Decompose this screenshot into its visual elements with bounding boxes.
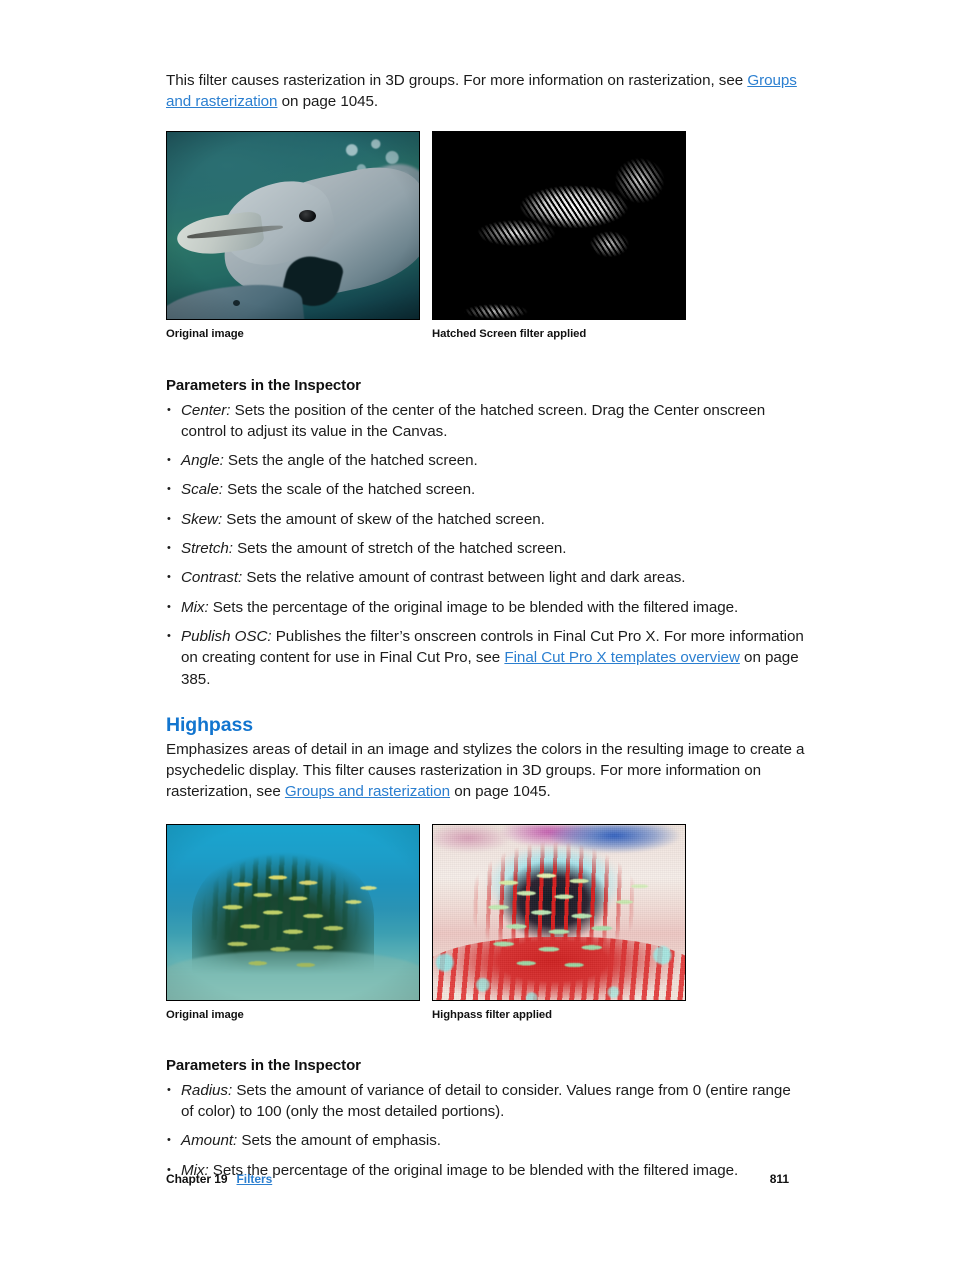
highpass-section: Highpass Emphasizes areas of detail in a… [166,713,806,803]
intro-paragraph: This filter causes rasterization in 3D g… [166,70,806,113]
param-term-skew: Skew: [181,510,223,528]
param-item-radius: Radius: Sets the amount of variance of d… [166,1080,806,1123]
reef-photo-art [167,824,419,1000]
figure-original-reef: Original image [166,823,420,1021]
reef-highpass-image [432,823,686,1001]
param-item-scale: Scale: Sets the scale of the hatched scr… [166,479,806,501]
param-desc-scale: Sets the scale of the hatched screen. [222,481,476,499]
param-desc-center: Sets the position of the center of the h… [181,401,766,440]
intro-text-before: This filter causes rasterization in 3D g… [166,72,748,89]
footer-page-number: 811 [769,1172,789,1186]
footer-chapter-info: Chapter 19 Filters [166,1172,272,1186]
param-item-amount: Amount: Sets the amount of emphasis. [166,1130,806,1152]
hatch-line-mask [433,131,685,319]
page-footer: Chapter 19 Filters 811 [166,1172,789,1186]
param-desc-mix: Sets the percentage of the original imag… [208,598,739,616]
param-item-publish-osc: Publish OSC: Publishes the filter’s onsc… [166,626,806,690]
param-item-mix: Mix: Sets the percentage of the original… [166,597,806,619]
figure-highpass-reef: Highpass filter applied [432,823,686,1021]
param-item-contrast: Contrast: Sets the relative amount of co… [166,567,806,589]
param-item-center: Center: Sets the position of the center … [166,400,806,443]
param-term-scale: Scale: [181,481,223,499]
hatched-parameters-section: Parameters in the Inspector Center: Sets… [166,377,806,690]
param-desc-angle: Sets the angle of the hatched screen. [223,452,478,470]
highpass-noise-overlay [433,824,685,1000]
figure-hatched-dolphin: Hatched Screen filter applied [432,130,686,340]
param-desc-radius: Sets the amount of variance of detail to… [181,1081,791,1121]
hatched-parameters-heading: Parameters in the Inspector [166,376,361,394]
highpass-parameters-list: Radius: Sets the amount of variance of d… [166,1080,806,1181]
dolphin-vignette [167,131,419,319]
hatched-screen-art [433,131,685,319]
param-term-angle: Angle: [181,452,224,470]
dolphin-original-image [166,130,420,320]
highpass-heading: Highpass [166,713,253,736]
param-term-mix: Mix: [181,598,209,616]
caption-highpass-filter-applied: Highpass filter applied [432,1008,552,1021]
figure-row-hatched-screen: Original image Hatched Screen filter app… [166,130,806,356]
figure-row-highpass: Original image Highpass filter applied [166,823,806,1036]
reef-original-image [166,823,420,1001]
param-desc-amount: Sets the amount of emphasis. [237,1132,441,1150]
param-term-publish-osc: Publish OSC: [181,627,272,645]
caption-original-image-reef: Original image [166,1008,244,1021]
param-term-stretch: Stretch: [181,540,233,558]
caption-original-image-dolphin: Original image [166,327,244,340]
param-term-amount: Amount: [181,1132,238,1150]
highpass-body-paragraph: Emphasizes areas of detail in an image a… [166,739,806,803]
param-item-angle: Angle: Sets the angle of the hatched scr… [166,450,806,472]
param-term-radius: Radius: [181,1081,233,1099]
param-term-center: Center: [181,401,231,419]
hatched-parameters-list: Center: Sets the position of the center … [166,400,806,690]
highpass-body-after: on page 1045. [450,783,551,801]
param-item-skew: Skew: Sets the amount of skew of the hat… [166,509,806,531]
link-groups-and-rasterization-highpass[interactable]: Groups and rasterization [285,783,450,800]
reef-vignette [167,824,419,1000]
footer-link-filters[interactable]: Filters [237,1172,273,1186]
highpass-parameters-section: Parameters in the Inspector Radius: Sets… [166,1057,806,1181]
footer-chapter-label: Chapter 19 [166,1172,228,1186]
param-desc-contrast: Sets the relative amount of contrast bet… [242,569,686,587]
figure-original-dolphin: Original image [166,130,420,340]
dolphin-hatched-image [432,130,686,320]
highpass-parameters-heading: Parameters in the Inspector [166,1056,361,1074]
highpass-filtered-art [433,824,685,1000]
link-final-cut-pro-x-templates-overview[interactable]: Final Cut Pro X templates overview [504,649,740,666]
dolphin-photo-art [167,131,419,319]
param-term-contrast: Contrast: [181,569,243,587]
intro-text-after: on page 1045. [277,93,379,111]
caption-hatched-screen-filter-applied: Hatched Screen filter applied [432,327,587,340]
param-desc-skew: Sets the amount of skew of the hatched s… [222,510,545,528]
param-item-stretch: Stretch: Sets the amount of stretch of t… [166,538,806,560]
document-page: This filter causes rasterization in 3D g… [0,0,954,1265]
param-desc-stretch: Sets the amount of stretch of the hatche… [232,540,567,558]
page-content: This filter causes rasterization in 3D g… [166,70,806,1181]
